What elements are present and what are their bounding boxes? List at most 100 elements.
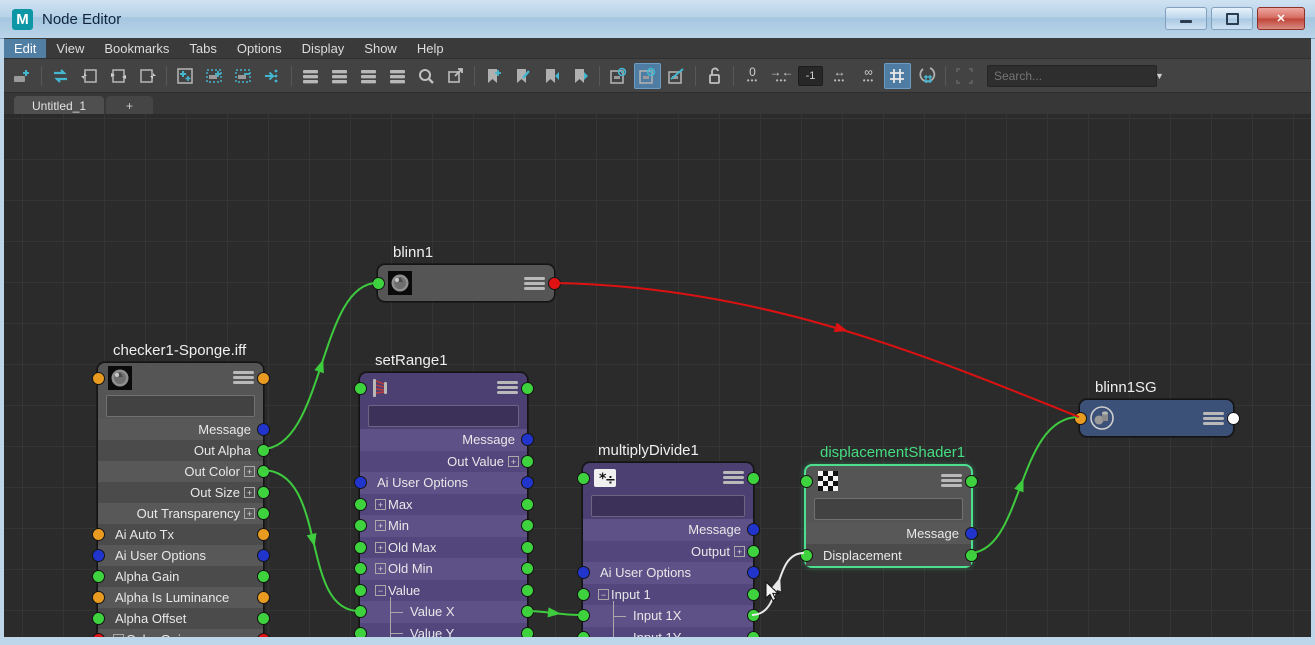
node-blinn1SG[interactable] bbox=[1073, 399, 1240, 437]
window-titlebar[interactable]: M Node Editor ✕ bbox=[0, 0, 1315, 39]
node-menu-icon[interactable] bbox=[941, 474, 962, 489]
create-node-button[interactable] bbox=[9, 63, 36, 89]
node-menu-icon[interactable] bbox=[1203, 412, 1224, 427]
plug-dot-green[interactable] bbox=[520, 583, 534, 597]
plug-dot-blue[interactable] bbox=[256, 423, 270, 436]
plug-dot-green[interactable] bbox=[256, 570, 270, 583]
plug-dot-blue[interactable] bbox=[964, 526, 978, 540]
attr-row-message[interactable]: Message bbox=[806, 522, 971, 544]
plug-dot-orange[interactable] bbox=[91, 528, 105, 541]
attr-row-value-y[interactable]: Value Y bbox=[360, 618, 527, 637]
close-button[interactable]: ✕ bbox=[1257, 7, 1305, 30]
attr-row-alpha-offset[interactable]: Alpha Offset bbox=[98, 608, 263, 629]
plug-dot-orange[interactable] bbox=[256, 591, 270, 604]
bookmark-edit-icon[interactable] bbox=[509, 63, 536, 89]
menu-tabs[interactable]: Tabs bbox=[179, 39, 226, 58]
plug-dot-green[interactable] bbox=[520, 519, 534, 533]
plug-dot-green[interactable] bbox=[576, 587, 590, 601]
menu-display[interactable]: Display bbox=[292, 39, 355, 58]
expand-icon[interactable]: + bbox=[244, 508, 255, 519]
zoom-search-icon[interactable] bbox=[413, 63, 440, 89]
attr-row-out-transparency[interactable]: Out Transparency + bbox=[98, 503, 263, 524]
node-displacementShader1[interactable]: Message Displacement bbox=[799, 464, 978, 568]
plug-dot-green[interactable] bbox=[520, 381, 534, 395]
plug-dot-green[interactable] bbox=[353, 626, 367, 637]
plug-dot-green[interactable] bbox=[256, 507, 270, 520]
wire-multiply-input1x-to-displacement[interactable] bbox=[751, 552, 805, 616]
attr-row-value[interactable]: − Value bbox=[360, 579, 527, 601]
plug-dot-green[interactable] bbox=[256, 444, 270, 457]
traversal-unlimited-icon[interactable]: ∞ ••• bbox=[855, 63, 882, 89]
plug-dot-green[interactable] bbox=[746, 630, 760, 637]
plug-dot-green[interactable] bbox=[576, 630, 590, 637]
node-rename-field[interactable] bbox=[368, 405, 519, 427]
attr-row-ai-user-options[interactable]: Ai User Options bbox=[360, 472, 527, 494]
bookmark-add-icon[interactable] bbox=[480, 63, 507, 89]
menu-edit[interactable]: Edit bbox=[4, 38, 47, 58]
add-selected-nodes-icon[interactable] bbox=[201, 63, 228, 89]
attr-row-input-1x[interactable]: Input 1X bbox=[583, 601, 753, 627]
menu-bookmarks[interactable]: Bookmarks bbox=[94, 39, 179, 58]
attr-row-out-size[interactable]: Out Size + bbox=[98, 482, 263, 503]
plug-dot-orange[interactable] bbox=[91, 591, 105, 604]
plug-dot-green[interactable] bbox=[746, 609, 760, 623]
plug-dot-green[interactable] bbox=[746, 471, 760, 485]
plug-dot-green[interactable] bbox=[353, 562, 367, 576]
expand-icon[interactable]: + bbox=[375, 541, 386, 553]
node-menu-icon[interactable] bbox=[233, 371, 254, 386]
plug-dot-white[interactable] bbox=[1226, 411, 1240, 425]
expand-icon[interactable]: + bbox=[508, 455, 519, 467]
search-dropdown-arrow[interactable]: ▼ bbox=[1155, 71, 1164, 81]
plug-dot-green[interactable] bbox=[256, 612, 270, 625]
attr-row-ai-user-options[interactable]: Ai User Options bbox=[583, 562, 753, 584]
plug-dot-green[interactable] bbox=[964, 474, 978, 488]
traversal-out-icon[interactable]: ↔ ••• bbox=[826, 63, 853, 89]
attr-row-output[interactable]: Output + bbox=[583, 540, 753, 562]
expand-icon[interactable]: + bbox=[244, 466, 255, 477]
plug-dot-red[interactable] bbox=[256, 633, 270, 637]
node-rename-field[interactable] bbox=[591, 495, 745, 517]
attr-row-max[interactable]: + Max bbox=[360, 493, 527, 515]
minimize-button[interactable] bbox=[1165, 7, 1207, 30]
attr-row-min[interactable]: + Min bbox=[360, 515, 527, 537]
graph-stream-icon[interactable] bbox=[259, 63, 286, 89]
output-connections-icon[interactable] bbox=[134, 63, 161, 89]
show-connections-icon[interactable] bbox=[605, 63, 632, 89]
plug-dot-green[interactable] bbox=[799, 474, 813, 488]
node-setRange1[interactable]: Message Out Value + Ai User Options + Max + Min… bbox=[353, 372, 534, 637]
hide-connections-icon[interactable] bbox=[663, 63, 690, 89]
plug-dot-green[interactable] bbox=[576, 471, 590, 485]
show-connections-active-icon[interactable] bbox=[634, 62, 661, 89]
search-combo[interactable]: ▼ bbox=[987, 64, 1164, 87]
plug-dot-green[interactable] bbox=[91, 570, 105, 583]
attr-row-value-x[interactable]: Value X bbox=[360, 597, 527, 623]
plug-dot-orange[interactable] bbox=[1073, 411, 1087, 425]
traversal-zero-icon[interactable]: 0 ••• bbox=[739, 63, 766, 89]
collapse-icon[interactable]: − bbox=[375, 584, 386, 596]
plug-dot-red[interactable] bbox=[91, 633, 105, 637]
attr-row-ai-user-options[interactable]: Ai User Options bbox=[98, 545, 263, 566]
menu-view[interactable]: View bbox=[46, 39, 94, 58]
node-blinn1[interactable] bbox=[371, 264, 561, 302]
plug-dot-green[interactable] bbox=[520, 605, 534, 619]
pop-out-icon[interactable] bbox=[442, 63, 469, 89]
plug-dot-green[interactable] bbox=[353, 381, 367, 395]
bookmark-next-icon[interactable] bbox=[567, 63, 594, 89]
attr-row-old-max[interactable]: + Old Max bbox=[360, 536, 527, 558]
expand-icon[interactable]: + bbox=[244, 487, 255, 498]
attr-row-message[interactable]: Message bbox=[360, 429, 527, 451]
plug-dot-orange[interactable] bbox=[256, 371, 270, 385]
expand-icon[interactable]: + bbox=[113, 634, 124, 637]
attr-row-out-value[interactable]: Out Value + bbox=[360, 450, 527, 472]
node-menu-icon[interactable] bbox=[723, 471, 744, 486]
attr-row-input-1y[interactable]: Input 1Y bbox=[583, 622, 753, 637]
attr-row-alpha-gain[interactable]: Alpha Gain bbox=[98, 566, 263, 587]
menu-help[interactable]: Help bbox=[407, 39, 454, 58]
snap-to-grid-icon[interactable] bbox=[913, 63, 940, 89]
search-input[interactable] bbox=[988, 68, 1155, 83]
plug-dot-green[interactable] bbox=[256, 486, 270, 499]
plug-dot-green[interactable] bbox=[353, 519, 367, 533]
sync-selection-icon[interactable] bbox=[47, 63, 74, 89]
expand-icon[interactable]: + bbox=[375, 563, 386, 575]
wire-displacement-to-blinn1sg[interactable] bbox=[968, 416, 1080, 554]
